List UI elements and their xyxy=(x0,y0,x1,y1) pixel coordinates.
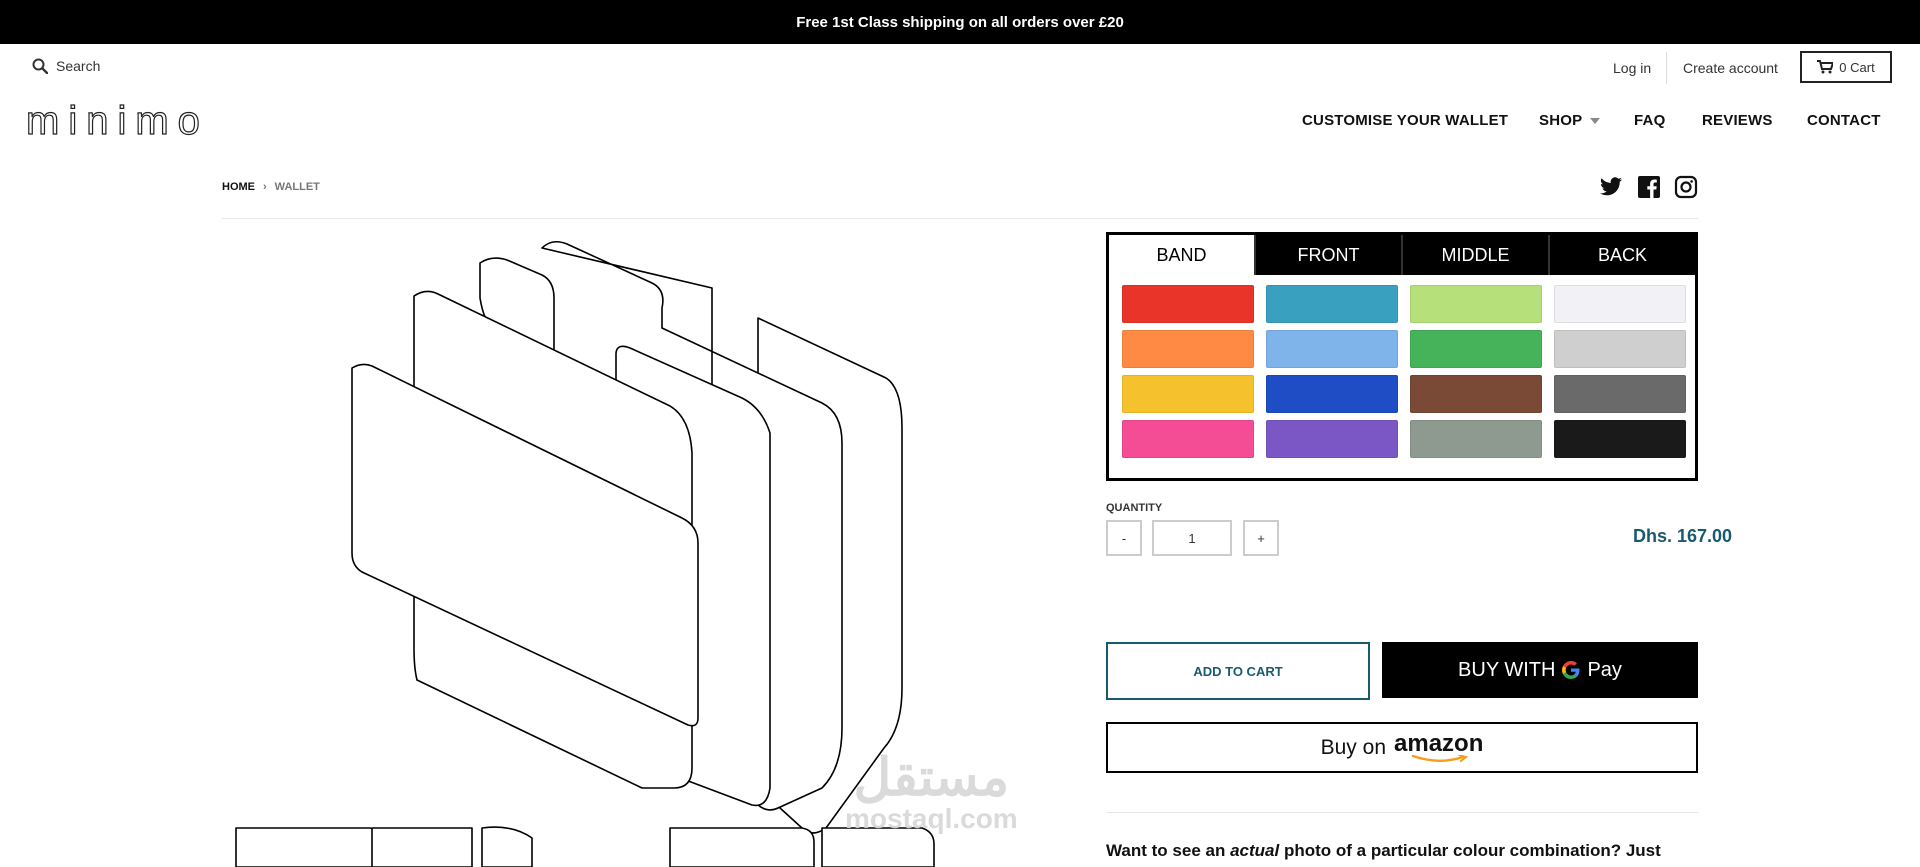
tab-front[interactable]: FRONT xyxy=(1254,235,1401,275)
search-icon xyxy=(32,58,48,74)
colour-swatch[interactable] xyxy=(1410,420,1542,458)
cart-label: 0 Cart xyxy=(1839,59,1875,75)
colour-swatch[interactable] xyxy=(1266,375,1398,413)
chevron-down-icon xyxy=(1590,117,1601,124)
quantity-minus-button[interactable]: - xyxy=(1106,520,1142,556)
buy-on-amazon-button[interactable]: Buy on amazon xyxy=(1106,722,1698,773)
gpay-prefix: BUY WITH xyxy=(1458,658,1556,681)
amazon-logo-icon: amazon xyxy=(1394,729,1484,763)
colour-swatch[interactable] xyxy=(1554,330,1686,368)
amazon-brand-text: amazon xyxy=(1394,729,1484,757)
logo-icon[interactable]: minimo xyxy=(26,96,276,146)
promo-text-post: photo of a particular colour combination… xyxy=(1283,841,1661,860)
breadcrumb-divider xyxy=(222,218,1698,219)
cart-button[interactable]: 0 Cart xyxy=(1800,51,1892,83)
google-g-icon xyxy=(1562,660,1580,679)
header-divider xyxy=(1666,52,1667,84)
colour-swatch[interactable] xyxy=(1266,330,1398,368)
amazon-smile-icon xyxy=(1411,754,1468,762)
breadcrumb-current: WALLET xyxy=(274,181,320,193)
tab-band[interactable]: BAND xyxy=(1109,235,1254,275)
amazon-prefix: Buy on xyxy=(1320,735,1387,759)
create-account-link[interactable]: Create account xyxy=(1683,60,1778,76)
breadcrumb-separator: › xyxy=(263,181,267,193)
promo-text: Want to see an actual photo of a particu… xyxy=(1106,841,1661,861)
tab-middle[interactable]: MIDDLE xyxy=(1401,235,1548,275)
facebook-icon[interactable] xyxy=(1637,175,1661,199)
colour-swatch[interactable] xyxy=(1410,330,1542,368)
tab-back[interactable]: BACK xyxy=(1548,235,1695,275)
quantity-plus-button[interactable]: + xyxy=(1243,520,1279,556)
google-pay-button[interactable]: BUY WITH Pay xyxy=(1382,642,1698,698)
search-label: Search xyxy=(56,58,101,74)
colour-swatch[interactable] xyxy=(1122,420,1254,458)
colour-swatch[interactable] xyxy=(1554,420,1686,458)
colour-swatch[interactable] xyxy=(1266,285,1398,323)
breadcrumb-home[interactable]: HOME xyxy=(222,181,255,193)
watermark-latin: mostaql.com xyxy=(845,803,1018,834)
nav-contact[interactable]: CONTACT xyxy=(1807,112,1881,129)
nav-shop[interactable]: SHOP xyxy=(1539,112,1601,129)
cart-icon xyxy=(1817,60,1834,74)
watermark: مستقل mostaql.com xyxy=(845,752,1018,834)
colour-swatch[interactable] xyxy=(1410,375,1542,413)
quantity-label: QUANTITY xyxy=(1106,502,1163,514)
colour-swatch[interactable] xyxy=(1554,375,1686,413)
login-link[interactable]: Log in xyxy=(1613,60,1651,76)
configurator-tabs: BAND FRONT MIDDLE BACK xyxy=(1109,235,1695,275)
section-divider xyxy=(1106,812,1698,813)
wallet-configurator: BAND FRONT MIDDLE BACK xyxy=(1106,232,1698,481)
colour-swatch[interactable] xyxy=(1122,285,1254,323)
colour-swatch[interactable] xyxy=(1122,330,1254,368)
instagram-icon[interactable] xyxy=(1674,175,1698,199)
watermark-arabic: مستقل xyxy=(853,749,1010,807)
logo-text: minimo xyxy=(26,99,209,143)
nav-reviews[interactable]: REVIEWS xyxy=(1702,112,1773,129)
nav-shop-label: SHOP xyxy=(1539,112,1583,129)
nav-faq[interactable]: FAQ xyxy=(1634,112,1665,129)
colour-swatch[interactable] xyxy=(1410,285,1542,323)
colour-swatch[interactable] xyxy=(1266,420,1398,458)
promo-text-pre: Want to see an xyxy=(1106,841,1226,860)
twitter-icon[interactable] xyxy=(1599,175,1623,199)
nav-customise[interactable]: CUSTOMISE YOUR WALLET xyxy=(1302,112,1508,129)
colour-swatch[interactable] xyxy=(1122,375,1254,413)
search-button[interactable]: Search xyxy=(32,58,100,74)
promo-text-em: actual xyxy=(1230,841,1280,860)
price: Dhs. 167.00 xyxy=(1633,526,1733,546)
announcement-text: Free 1st Class shipping on all orders ov… xyxy=(796,13,1124,31)
breadcrumb: HOME › WALLET xyxy=(222,181,320,193)
add-to-cart-button[interactable]: ADD TO CART xyxy=(1106,642,1370,700)
colour-swatch[interactable] xyxy=(1554,285,1686,323)
quantity-input[interactable] xyxy=(1152,520,1232,556)
gpay-suffix: Pay xyxy=(1587,658,1622,681)
announcement-bar: Free 1st Class shipping on all orders ov… xyxy=(0,0,1920,44)
